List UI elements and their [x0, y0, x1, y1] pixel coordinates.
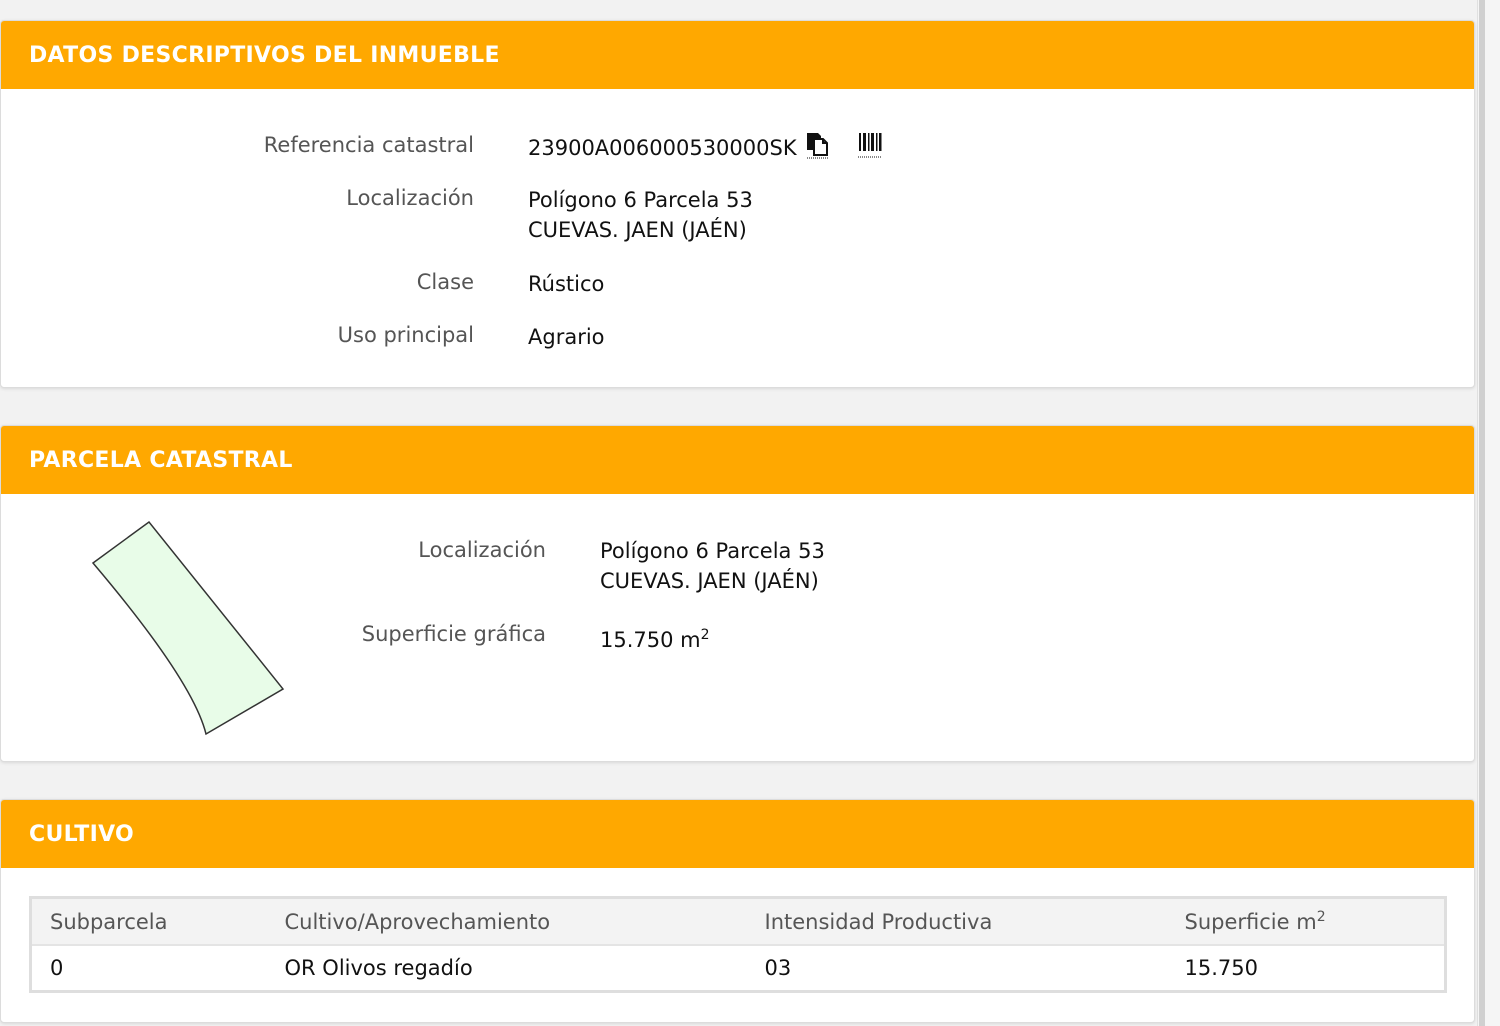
localizacion-line-1: Polígono 6 Parcela 53: [528, 188, 753, 212]
parcela-catastral-panel: PARCELA CATASTRAL Localización Polígono …: [0, 425, 1475, 762]
datos-descriptivos-panel: DATOS DESCRIPTIVOS DEL INMUEBLE Referenc…: [0, 20, 1475, 388]
uso-principal-label: Uso principal: [337, 323, 474, 347]
localizacion-line-2: CUEVAS. JAEN (JAÉN): [528, 218, 747, 242]
col-superficie-exponent: 2: [1316, 909, 1326, 925]
cultivo-table: Subparcela Cultivo/Aprovechamiento Inten…: [29, 896, 1447, 993]
parcela-localizacion-line-1: Polígono 6 Parcela 53: [600, 539, 825, 563]
referencia-catastral-label: Referencia catastral: [263, 133, 474, 157]
parcela-localizacion-label: Localización: [418, 538, 546, 562]
parcela-localizacion-line-2: CUEVAS. JAEN (JAÉN): [600, 569, 819, 593]
table-header-row: Subparcela Cultivo/Aprovechamiento Inten…: [30, 897, 1446, 946]
superficie-grafica-number: 15.750 m: [600, 628, 701, 652]
uso-principal-value: Agrario: [528, 325, 605, 349]
cultivo-panel: CULTIVO Subparcela Cultivo/Aprovechamien…: [0, 799, 1475, 1023]
parcela-catastral-header: PARCELA CATASTRAL: [1, 426, 1474, 494]
datos-descriptivos-header: DATOS DESCRIPTIVOS DEL INMUEBLE: [1, 21, 1474, 89]
table-row: 0 OR Olivos regadío 03 15.750: [31, 945, 1446, 992]
referencia-catastral-row: 23900A006000530000SK: [528, 131, 882, 167]
superficie-grafica-value: 15.750 m2: [600, 620, 710, 655]
col-superficie: Superficie m2: [1166, 897, 1446, 946]
cell-subparcela: 0: [50, 956, 64, 980]
barcode-icon[interactable]: [857, 131, 882, 167]
cultivo-header: CULTIVO: [1, 800, 1474, 868]
localizacion-label: Localización: [346, 186, 474, 210]
parcela-localizacion-value: Polígono 6 Parcela 53 CUEVAS. JAEN (JAÉN…: [600, 536, 825, 596]
superficie-grafica-exponent: 2: [700, 627, 710, 643]
col-cultivo: Cultivo/Aprovechamiento: [266, 897, 747, 946]
cell-cultivo: OR Olivos regadío: [284, 956, 473, 980]
cell-superficie: 15.750: [1184, 956, 1258, 980]
clase-value: Rústico: [528, 272, 605, 296]
col-intensidad: Intensidad Productiva: [746, 897, 1167, 946]
cell-intensidad: 03: [764, 956, 792, 980]
col-superficie-label: Superficie m: [1184, 910, 1317, 934]
col-subparcela: Subparcela: [30, 897, 267, 946]
superficie-grafica-label: Superficie gráfica: [361, 622, 546, 646]
localizacion-value: Polígono 6 Parcela 53 CUEVAS. JAEN (JAÉN…: [528, 185, 753, 245]
scrollbar-thumb[interactable]: [1479, 0, 1485, 1026]
referencia-catastral-value: 23900A006000530000SK: [528, 136, 797, 160]
copy-icon[interactable]: [805, 131, 831, 167]
clase-label: Clase: [416, 270, 474, 294]
